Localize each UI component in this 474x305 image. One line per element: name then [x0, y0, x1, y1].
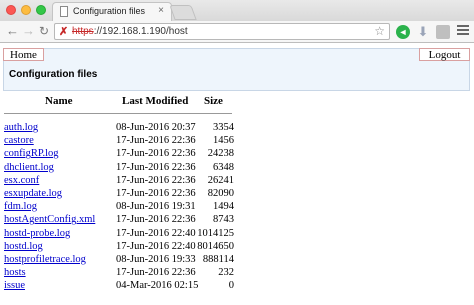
url-text[interactable]: https://192.168.1.190/host — [72, 26, 188, 37]
zoom-window-button[interactable] — [36, 5, 46, 15]
file-modified: 17-Jun-2016 22:40 — [116, 240, 196, 252]
file-row: hostprofiletrace.log 08-Jun-2016 19:33 888… — [4, 253, 234, 266]
file-row: esxupdate.log 17-Jun-2016 22:36 82090 — [4, 187, 234, 200]
file-size: 8743 — [213, 214, 234, 226]
header-divider — [4, 113, 232, 114]
file-link[interactable]: hostprofiletrace.log — [4, 253, 86, 266]
file-modified: 17-Jun-2016 22:36 — [116, 214, 196, 226]
column-header-name[interactable]: Name — [45, 95, 73, 107]
new-tab-button[interactable] — [169, 5, 197, 20]
column-header-size[interactable]: Size — [204, 95, 223, 107]
page-icon — [60, 6, 68, 17]
file-modified: 08-Jun-2016 20:37 — [116, 122, 196, 133]
extension-gray-icon[interactable] — [436, 25, 450, 39]
file-size: 26241 — [207, 174, 234, 186]
file-row: hosts 17-Jun-2016 22:36 232 — [4, 266, 234, 279]
reload-icon[interactable]: ↻ — [39, 24, 49, 38]
file-link[interactable]: hostd-probe.log — [4, 227, 70, 240]
file-row: dhclient.log 17-Jun-2016 22:36 6348 — [4, 161, 234, 174]
file-link[interactable]: esxupdate.log — [4, 187, 62, 200]
file-link[interactable]: fdm.log — [4, 200, 37, 213]
window-titlebar: Configuration files × — [0, 0, 474, 21]
url-host: ://192.168.1.190/host — [93, 26, 188, 37]
file-modified: 17-Jun-2016 22:36 — [116, 174, 196, 186]
file-modified: 17-Jun-2016 22:40 — [116, 227, 196, 239]
file-link[interactable]: configRP.log — [4, 147, 59, 160]
file-modified: 17-Jun-2016 22:36 — [116, 161, 196, 173]
file-size: 82090 — [207, 187, 234, 199]
back-arrow-icon[interactable]: ← — [6, 24, 19, 38]
logout-button[interactable]: Logout — [419, 48, 470, 61]
tab-close-icon[interactable]: × — [158, 5, 164, 16]
file-link[interactable]: auth.log — [4, 121, 38, 134]
home-button[interactable]: Home — [3, 48, 44, 61]
menu-icon[interactable] — [457, 25, 469, 37]
file-link[interactable]: hosts — [4, 266, 26, 279]
file-size: 6348 — [213, 161, 234, 173]
file-modified: 17-Jun-2016 22:36 — [116, 267, 196, 279]
tab-title: Configuration files — [73, 6, 146, 16]
insecure-lock-icon[interactable]: ✗ — [59, 25, 68, 38]
file-link[interactable]: castore — [4, 134, 34, 147]
file-modified: 17-Jun-2016 22:36 — [116, 187, 196, 199]
file-size: 1494 — [213, 201, 234, 213]
file-row: configRP.log 17-Jun-2016 22:36 24238 — [4, 147, 234, 160]
file-link[interactable]: issue — [4, 279, 25, 292]
file-modified: 08-Jun-2016 19:31 — [116, 201, 196, 213]
column-header-modified[interactable]: Last Modified — [122, 95, 188, 107]
download-icon[interactable]: ⬇ — [416, 25, 430, 39]
url-scheme: https — [72, 26, 94, 37]
bookmark-star-icon[interactable]: ☆ — [374, 24, 385, 38]
file-row: issue 04-Mar-2016 02:15 0 — [4, 279, 234, 292]
browser-toolbar: ← → ↻ ✗ https://192.168.1.190/host ☆ ◄ ⬇ — [0, 21, 474, 43]
file-row: fdm.log 08-Jun-2016 19:31 1494 — [4, 200, 234, 213]
file-link[interactable]: hostd.log — [4, 240, 43, 253]
file-size: 3354 — [213, 122, 234, 133]
file-size: 888114 — [202, 253, 234, 265]
file-link[interactable]: dhclient.log — [4, 161, 54, 174]
file-size: 1456 — [213, 135, 234, 147]
file-modified: 17-Jun-2016 22:36 — [116, 135, 196, 147]
file-size: 24238 — [207, 148, 234, 160]
forward-arrow-icon[interactable]: → — [22, 24, 35, 38]
file-modified: 08-Jun-2016 19:33 — [116, 253, 196, 265]
file-list: auth.log 08-Jun-2016 20:37 3354 castore 17-… — [4, 121, 234, 292]
minimize-window-button[interactable] — [21, 5, 31, 15]
file-row: hostd.log 17-Jun-2016 22:40 8014650 — [4, 240, 234, 253]
file-size: 8014650 — [197, 240, 234, 252]
file-row: castore 17-Jun-2016 22:36 1456 — [4, 134, 234, 147]
file-link[interactable]: esx.conf — [4, 174, 39, 187]
address-bar[interactable]: ✗ https://192.168.1.190/host ☆ — [54, 23, 390, 40]
close-window-button[interactable] — [6, 5, 16, 15]
file-size: 1014125 — [197, 227, 234, 239]
file-size: 232 — [218, 267, 234, 279]
file-modified: 17-Jun-2016 22:36 — [116, 148, 196, 160]
file-row: auth.log 08-Jun-2016 20:37 3354 — [4, 121, 234, 134]
page-title: Configuration files — [9, 69, 98, 80]
file-link[interactable]: hostAgentConfig.xml — [4, 213, 95, 226]
file-modified: 04-Mar-2016 02:15 — [116, 280, 199, 292]
file-row: esx.conf 17-Jun-2016 22:36 26241 — [4, 174, 234, 187]
browser-tab[interactable]: Configuration files × — [52, 2, 172, 21]
extension-icon[interactable]: ◄ — [396, 25, 410, 39]
file-row: hostAgentConfig.xml 17-Jun-2016 22:36 8743 — [4, 213, 234, 226]
file-row: hostd-probe.log 17-Jun-2016 22:40 1014125 — [4, 227, 234, 240]
file-size: 0 — [228, 280, 234, 292]
